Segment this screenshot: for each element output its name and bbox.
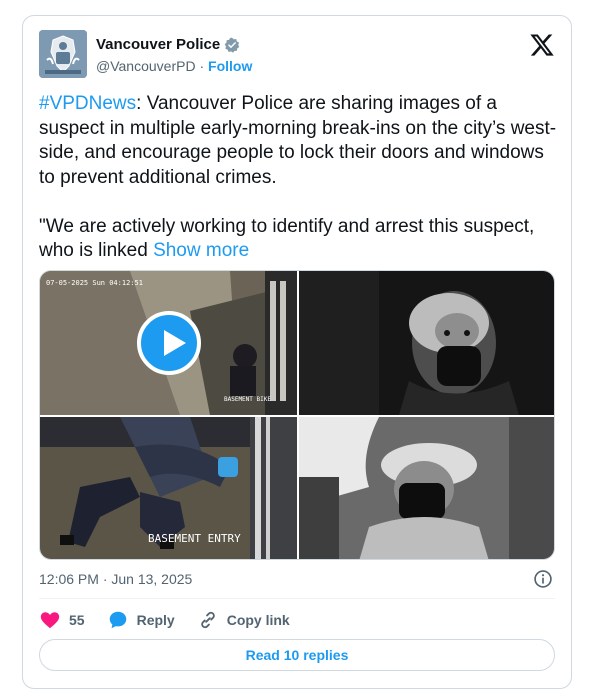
author-name[interactable]: Vancouver Police (96, 36, 220, 53)
author-handle[interactable]: @VancouverPD (96, 58, 196, 74)
verified-badge-icon (224, 37, 240, 53)
suspect-closeup-image (299, 271, 554, 415)
tweet-card: Vancouver Police @VancouverPD · Follow #… (22, 15, 572, 689)
heart-icon (40, 612, 60, 629)
media-image-2[interactable] (299, 271, 554, 415)
read-replies-button[interactable]: Read 10 replies (39, 639, 555, 671)
play-button[interactable] (137, 311, 201, 375)
copy-link-button[interactable]: Copy link (197, 609, 290, 631)
suspect-door-image (299, 417, 554, 559)
likes-count: 55 (69, 612, 85, 628)
reply-label: Reply (136, 612, 175, 628)
tweet-text: #VPDNews: Vancouver Police are sharing i… (39, 92, 557, 264)
author-handle-row: @VancouverPD · Follow (96, 58, 252, 74)
media-image-1[interactable]: 07-05-2025 Sun 04:12:51 BASEMENT BIKE (40, 271, 297, 415)
follow-button[interactable]: Follow (208, 58, 252, 74)
like-button[interactable]: 55 (39, 609, 85, 631)
tweet-header: Vancouver Police @VancouverPD · Follow (39, 28, 555, 78)
tweet-body: : Vancouver Police are sharing images of… (39, 93, 557, 261)
basement-entry-image: BASEMENT ENTRY (40, 417, 297, 559)
reply-button[interactable]: Reply (107, 609, 175, 631)
link-icon (200, 611, 215, 629)
author-name-row: Vancouver Police (96, 36, 240, 53)
copy-link-label: Copy link (226, 612, 290, 628)
avatar[interactable] (39, 30, 87, 78)
separator-dot: · (199, 58, 205, 74)
action-bar: 55 Reply Copy link (39, 608, 312, 632)
timestamp-overlay: 07-05-2025 Sun 04:12:51 (46, 279, 143, 287)
media-image-3[interactable]: BASEMENT ENTRY (40, 417, 297, 559)
show-more-link[interactable]: Show more (153, 240, 249, 261)
info-icon[interactable] (533, 569, 553, 589)
basement-entry-overlay: BASEMENT ENTRY (148, 532, 241, 545)
camera-label-overlay: BASEMENT BIKE (224, 396, 271, 403)
media-image-4[interactable] (299, 417, 554, 559)
media-grid: 07-05-2025 Sun 04:12:51 BASEMENT BIKE BA… (39, 270, 555, 560)
reply-bubble-icon (109, 611, 126, 629)
police-badge-icon (39, 30, 87, 78)
hashtag-link[interactable]: #VPDNews (39, 93, 136, 114)
x-logo-icon[interactable] (529, 32, 555, 58)
divider (39, 598, 555, 599)
tweet-timestamp[interactable]: 12:06 PM · Jun 13, 2025 (39, 571, 192, 587)
